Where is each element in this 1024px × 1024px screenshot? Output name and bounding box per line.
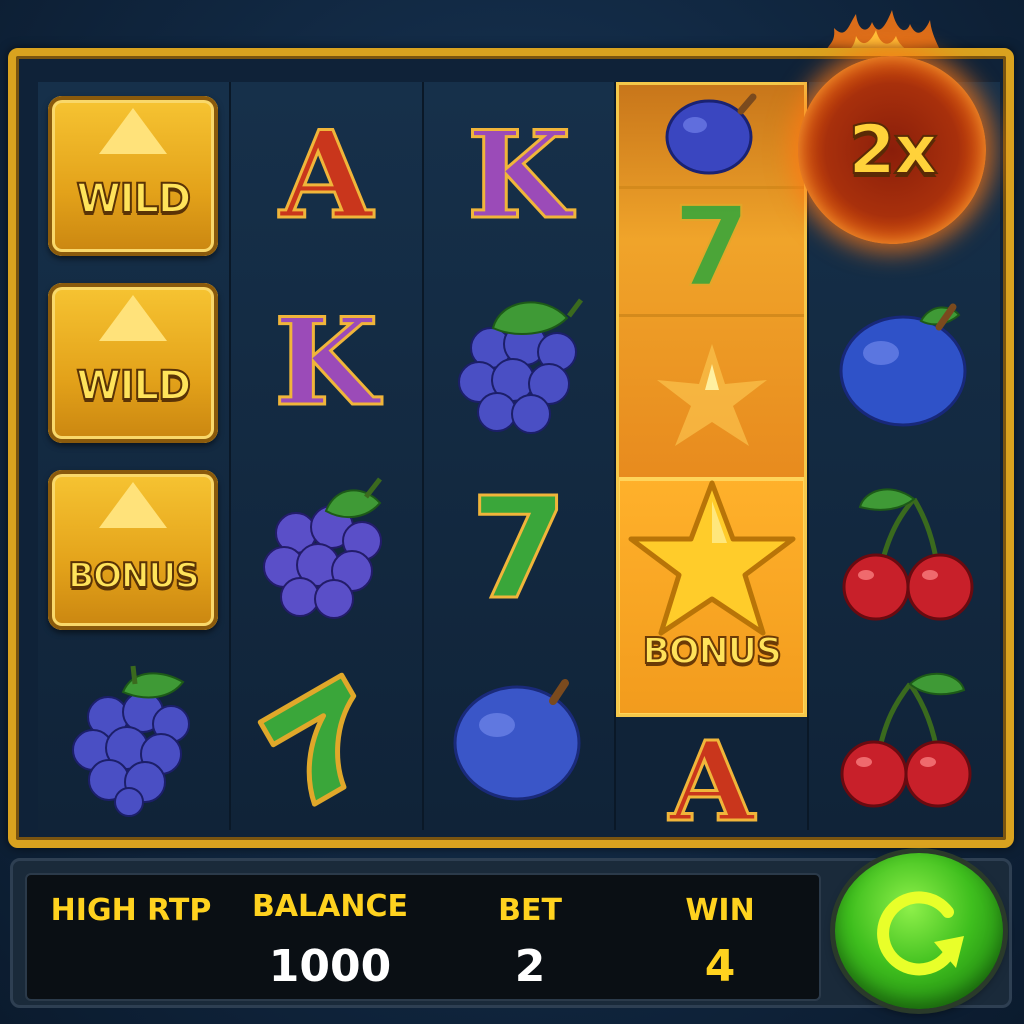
win-label: WIN [685,893,755,928]
wild-label: WILD [76,362,193,410]
symbol-wild: WILD [38,269,229,456]
reel-1: WILD WILD BONUS [38,82,231,830]
grapes-icon [424,269,615,456]
letter-k: K [465,104,572,246]
win-value: 4 [704,941,736,992]
spin-button[interactable] [835,853,1003,1009]
wild-label: WILD [76,175,193,223]
symbol-bonus: BONUS [38,456,229,643]
letter-a: A [668,727,756,830]
seven-icon: 7 [424,456,615,643]
letter-k: K [273,291,380,433]
symbol-letter-k: K [231,269,422,456]
multiplier-badge: 2x [798,56,986,244]
bonus-label: BONUS [67,555,200,597]
grapes-icon [38,643,229,830]
reel-2: A K [230,82,424,830]
seven-glyph: 7 [469,467,569,631]
reel-3: K 7 [423,82,617,830]
symbol-letter-a: A [231,82,422,269]
reel-4: 7 BONUS A [616,82,810,830]
symbol-letter-a: A [616,717,808,830]
cherries-icon [809,456,1000,643]
plum-icon [424,643,615,830]
refresh-arrow-icon [877,891,964,976]
multiplier-label: 2x [847,110,938,191]
seven-icon [231,643,422,830]
stats-display: HIGH RTP BALANCE 1000 BET 2 WIN 4 [25,873,821,1001]
balance-label: BALANCE [251,889,409,924]
letter-a: A [278,104,374,246]
high-rtp-label: HIGH RTP [50,893,212,928]
bottom-panel: HIGH RTP BALANCE 1000 BET 2 WIN 4 [10,853,1012,1009]
grapes-icon [231,456,422,643]
cherries-icon [809,643,1000,830]
bet-label: BET [498,893,562,928]
bet-value: 2 [514,941,546,992]
balance-value: 1000 [268,941,392,992]
symbol-letter-k: K [424,82,615,269]
symbol-wild: WILD [38,82,229,269]
hot-reel-frame [616,82,808,717]
plum-icon [809,269,1000,456]
